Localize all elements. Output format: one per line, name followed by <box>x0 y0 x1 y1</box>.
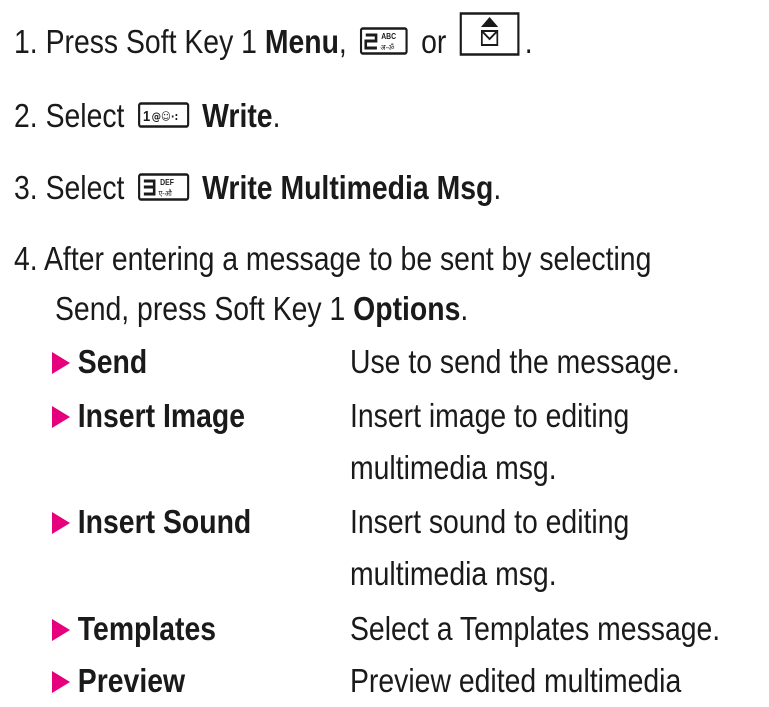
step-text: Send, press Soft Key 1 <box>55 290 346 327</box>
option-name: Insert Sound <box>77 503 252 540</box>
step-bold-term: Options <box>353 290 461 327</box>
step-text: Press Soft Key 1 <box>45 23 257 60</box>
step-3: 3. Select DEF ए-औ Write Multimedia Msg. <box>14 162 501 214</box>
key-2-abc-icon: ABC अ-ॐ <box>360 27 408 56</box>
option-desc: Use to send the message. <box>350 343 680 380</box>
key-3-bottom-label: ए-औ <box>158 189 172 199</box>
triangle-bullet-icon <box>52 352 71 374</box>
option-desc: Insert image to editing <box>350 397 630 434</box>
step-text: After entering a message to be sent by s… <box>44 240 652 277</box>
message-envelope-key-icon <box>459 12 520 57</box>
manual-page: 1. Press Soft Key 1 Menu, ABC अ-ॐ or . 2… <box>0 0 769 699</box>
key-1-glyphs: @☺·: <box>151 111 178 124</box>
key-1-main: 1 <box>143 107 150 124</box>
option-desc: Insert sound to editing <box>350 503 630 540</box>
triangle-bullet-icon <box>52 671 71 693</box>
option-name: Send <box>77 343 148 380</box>
step-number: 3. <box>14 169 38 206</box>
option-desc: Select a Templates message. <box>350 610 721 647</box>
end-punct: . <box>493 169 502 206</box>
step-bold-term: Write Multimedia Msg <box>202 169 494 206</box>
step-number: 1. <box>14 23 38 60</box>
key-2-top-label: ABC <box>381 32 396 42</box>
end-punct: . <box>524 23 533 60</box>
step-4-continued: Send, press Soft Key 1 Options. <box>55 283 468 335</box>
option-desc: Preview edited multimedia <box>350 662 682 699</box>
end-punct: . <box>460 290 469 327</box>
step-number: 4. <box>14 240 38 277</box>
step-text: Select <box>45 97 125 134</box>
triangle-bullet-icon <box>52 512 71 534</box>
option-name: Insert Image <box>77 397 246 434</box>
option-desc-line2: multimedia msg. <box>350 555 557 592</box>
key-1-symbols-icon: 1 @☺·: <box>137 102 189 129</box>
option-desc-line2: multimedia msg. <box>350 449 557 486</box>
option-name: Preview <box>77 662 186 699</box>
end-punct: . <box>272 97 281 134</box>
triangle-bullet-icon <box>52 619 71 641</box>
separator: , <box>338 23 347 60</box>
triangle-bullet-icon <box>52 406 71 428</box>
step-bold-term: Write <box>202 97 273 134</box>
key-3-def-icon: DEF ए-औ <box>137 173 189 202</box>
key-2-bottom-label: अ-ॐ <box>381 43 395 53</box>
step-bold-term: Menu <box>264 23 339 60</box>
step-4: 4. After entering a message to be sent b… <box>14 233 651 285</box>
key-3-top-label: DEF <box>160 178 174 188</box>
or-text: or <box>421 23 447 60</box>
step-text: Select <box>45 169 125 206</box>
step-1: 1. Press Soft Key 1 Menu, ABC अ-ॐ or . <box>14 12 533 68</box>
step-2: 2. Select 1 @☺·: Write. <box>14 90 280 142</box>
option-name: Templates <box>77 610 217 647</box>
step-number: 2. <box>14 97 38 134</box>
